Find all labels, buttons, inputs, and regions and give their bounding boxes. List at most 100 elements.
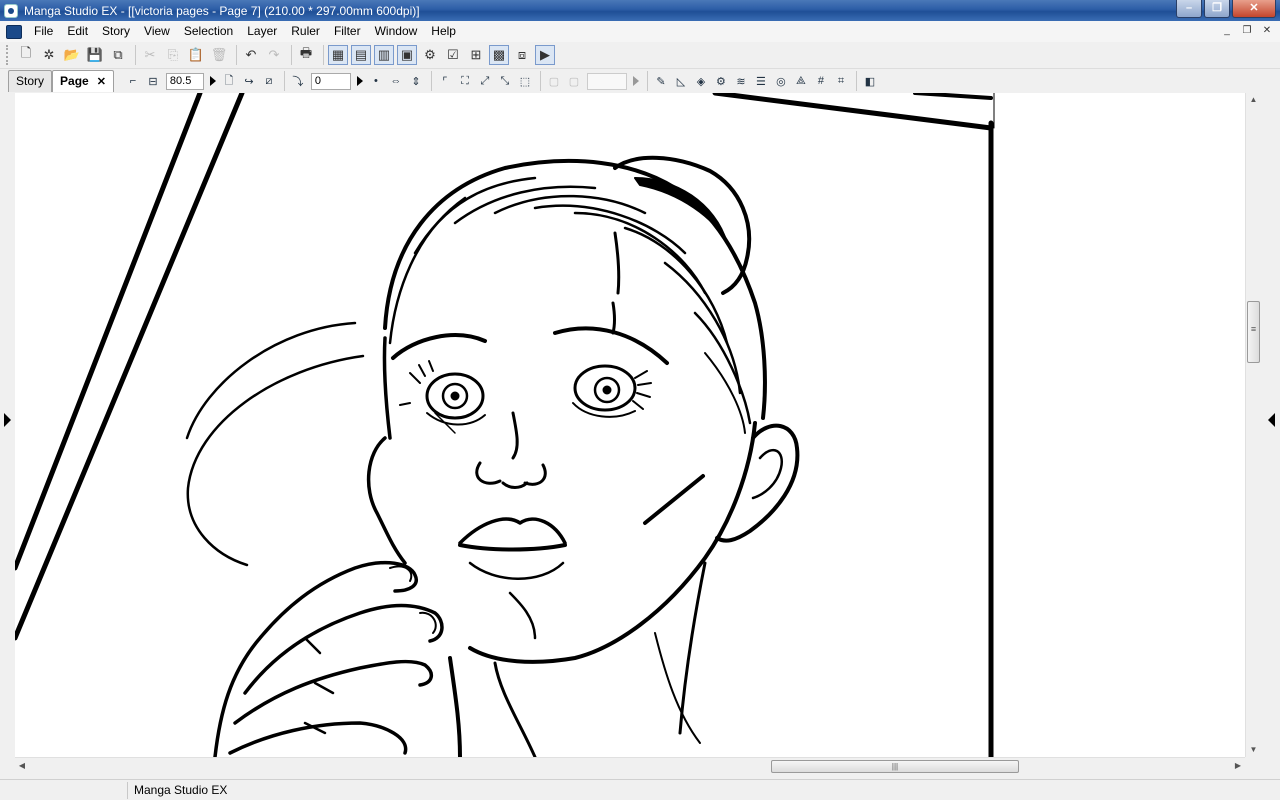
page-next-icon[interactable]: ▢ xyxy=(565,72,583,90)
menu-window[interactable]: Window xyxy=(368,21,425,42)
tab-close-icon[interactable]: ✕ xyxy=(97,76,106,88)
fill-icon[interactable]: ◈ xyxy=(692,72,710,90)
rotation-input[interactable] xyxy=(310,72,351,90)
page-dropdown-icon[interactable] xyxy=(632,76,639,86)
parallel-ruler-icon[interactable]: ☰ xyxy=(752,72,770,90)
new-story-icon[interactable]: ✲ xyxy=(39,45,59,65)
horizontal-scrollbar[interactable]: ◀ ||| ▶ xyxy=(15,757,1245,773)
ruler-icon[interactable]: ☑ xyxy=(443,45,463,65)
drawing-canvas[interactable] xyxy=(15,93,1245,757)
page-field[interactable] xyxy=(586,72,627,90)
cut-icon[interactable]: ✂ xyxy=(140,45,160,65)
right-panel-toggle-icon[interactable] xyxy=(1268,413,1275,427)
flip-vertical-icon[interactable]: ⇕ xyxy=(407,72,425,90)
save-all-icon[interactable]: ⧉ xyxy=(108,45,128,65)
rotate-view-icon[interactable]: ⤵ xyxy=(289,72,307,90)
pupil-left xyxy=(450,391,460,401)
scroll-thumb-grip: ||| xyxy=(891,762,899,771)
copy-icon[interactable]: ⎘ xyxy=(163,45,183,65)
menu-view[interactable]: View xyxy=(137,21,177,42)
open-icon[interactable]: 📂 xyxy=(62,45,82,65)
close-button[interactable]: ✕ xyxy=(1232,0,1276,18)
minimize-button[interactable]: – xyxy=(1176,0,1202,18)
zoom-input[interactable] xyxy=(165,72,204,90)
page-icon[interactable]: 🗋 xyxy=(220,72,238,90)
flip-horizontal-icon[interactable]: ⇔ xyxy=(387,72,405,90)
toolbar-separator xyxy=(539,71,541,91)
document-icon[interactable] xyxy=(6,24,22,39)
fit-page-icon[interactable]: ⌐ xyxy=(124,72,142,90)
toolbar-separator xyxy=(855,71,857,91)
tab-page-label: Page xyxy=(60,74,89,88)
mouth-line xyxy=(458,543,567,552)
page-view-icon[interactable]: ▤ xyxy=(351,45,371,65)
zoom-dropdown-icon[interactable] xyxy=(209,76,216,86)
save-icon[interactable]: 💾 xyxy=(85,45,105,65)
panel-border xyxy=(15,93,245,641)
document-window-controls: _ ❐ ✕ xyxy=(1220,24,1274,38)
rotate-icon[interactable]: ↪ xyxy=(240,72,258,90)
fullscreen-icon[interactable]: ⛶ xyxy=(456,72,474,90)
layer-icon[interactable]: ⧈ xyxy=(512,45,532,65)
paste-icon[interactable]: 📋 xyxy=(186,45,206,65)
undo-icon[interactable]: ↶ xyxy=(241,45,261,65)
triangle-ruler-icon[interactable]: ◺ xyxy=(672,72,690,90)
doc-restore-button[interactable]: ❐ xyxy=(1240,24,1254,38)
window-title: Manga Studio EX - [[victoria pages - Pag… xyxy=(24,3,420,18)
menu-file[interactable]: File xyxy=(27,21,60,42)
horizontal-scroll-thumb[interactable]: ||| xyxy=(771,760,1019,773)
scale-icon[interactable]: ⤡ xyxy=(496,72,514,90)
doc-close-button[interactable]: ✕ xyxy=(1260,24,1274,38)
scroll-up-icon[interactable]: ▲ xyxy=(1246,93,1261,107)
menu-layer[interactable]: Layer xyxy=(240,21,284,42)
concentric-ruler-icon[interactable]: ◎ xyxy=(772,72,790,90)
rotation-dropdown-icon[interactable] xyxy=(356,76,363,86)
app-icon[interactable] xyxy=(4,3,18,18)
scroll-right-icon[interactable]: ▶ xyxy=(1231,758,1245,774)
page-prev-icon[interactable]: ▢ xyxy=(545,72,563,90)
filter-icon[interactable]: ⚙ xyxy=(420,45,440,65)
print-icon[interactable]: 🖶 xyxy=(296,45,316,65)
tab-page[interactable]: Page ✕ xyxy=(52,70,114,92)
flip-page-icon[interactable]: ⧄ xyxy=(260,72,278,90)
vertical-scroll-thumb[interactable]: ≡ xyxy=(1247,301,1260,363)
gear-icon[interactable]: ⚙ xyxy=(712,72,730,90)
cheek-mark xyxy=(643,474,705,525)
redo-icon[interactable]: ↷ xyxy=(264,45,284,65)
menu-ruler[interactable]: Ruler xyxy=(284,21,327,42)
tab-story[interactable]: Story xyxy=(8,70,53,92)
transform-icon[interactable]: ⤢ xyxy=(476,72,494,90)
grid-icon[interactable]: ⊞ xyxy=(466,45,486,65)
menu-edit[interactable]: Edit xyxy=(60,21,95,42)
fit-width-icon[interactable]: ⊟ xyxy=(144,72,162,90)
status-bar: Manga Studio EX xyxy=(0,779,1280,800)
menu-story[interactable]: Story xyxy=(95,21,137,42)
display-icon[interactable]: ▶ xyxy=(535,45,555,65)
story-view-icon[interactable]: ▥ xyxy=(374,45,394,65)
menu-help[interactable]: Help xyxy=(424,21,463,42)
scroll-left-icon[interactable]: ◀ xyxy=(15,758,29,774)
color-icon[interactable]: ▩ xyxy=(489,45,509,65)
hair-strand xyxy=(493,194,647,215)
preview-icon[interactable]: ▣ xyxy=(397,45,417,65)
toolbar-grip[interactable] xyxy=(6,45,10,65)
menu-filter[interactable]: Filter xyxy=(327,21,368,42)
selection-frame-icon[interactable]: ⬚ xyxy=(516,72,534,90)
maximize-button[interactable]: ❐ xyxy=(1204,0,1230,18)
layer-view-icon[interactable]: ▦ xyxy=(328,45,348,65)
delete-icon[interactable]: 🗑 xyxy=(209,45,229,65)
new-page-icon[interactable]: 🗋 xyxy=(16,45,36,65)
hash-ruler-icon[interactable]: ⌗ xyxy=(832,72,850,90)
scroll-down-icon[interactable]: ▼ xyxy=(1246,743,1261,757)
perspective-ruler-icon[interactable]: ⟁ xyxy=(792,72,810,90)
dot-icon[interactable]: • xyxy=(367,72,385,90)
curve-ruler-icon[interactable]: ≋ xyxy=(732,72,750,90)
panel-toggle-icon[interactable]: ◧ xyxy=(861,72,879,90)
left-panel-toggle-icon[interactable] xyxy=(4,413,11,427)
crop-icon[interactable]: ⌜ xyxy=(436,72,454,90)
doc-minimize-button[interactable]: _ xyxy=(1220,24,1234,38)
grid-ruler-icon[interactable]: # xyxy=(812,72,830,90)
menu-selection[interactable]: Selection xyxy=(177,21,240,42)
pen-icon[interactable]: ✎ xyxy=(652,72,670,90)
vertical-scrollbar[interactable]: ▲ ≡ ▼ xyxy=(1245,93,1260,757)
